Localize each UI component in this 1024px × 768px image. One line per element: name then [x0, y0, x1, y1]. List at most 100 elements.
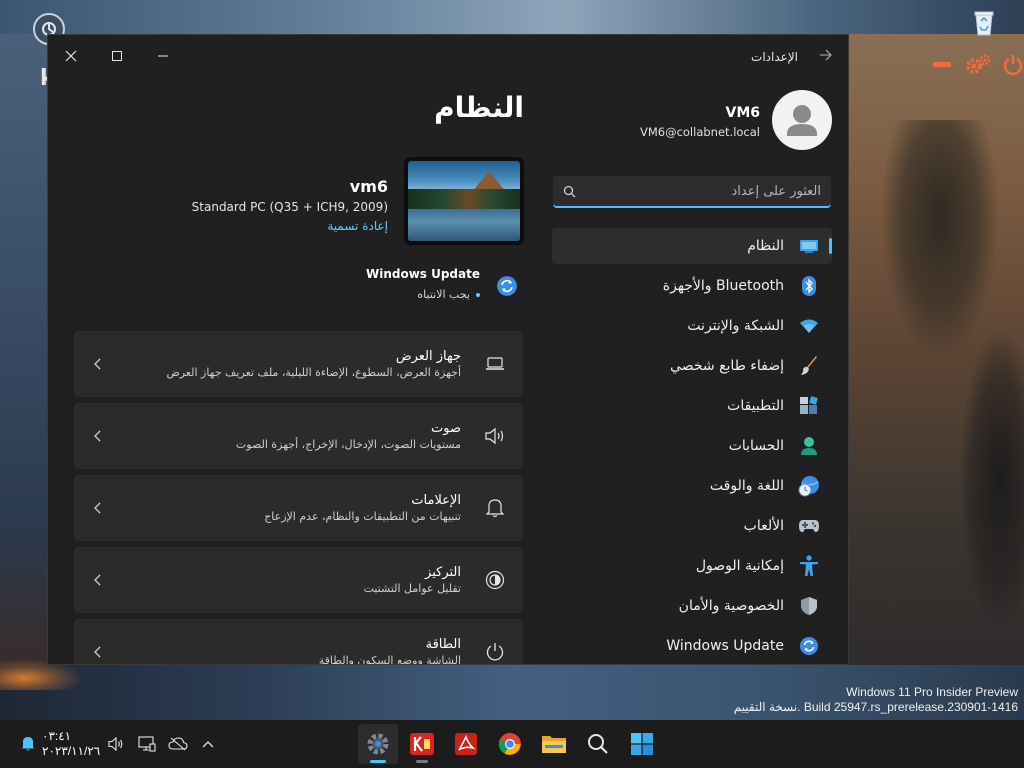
windows-logo-icon — [631, 733, 653, 755]
sidebar-item-bluetooth[interactable]: Bluetooth والأجهزة — [552, 268, 832, 304]
card-title: الإعلامات — [411, 493, 461, 508]
maximize-button[interactable] — [94, 41, 140, 71]
shield-icon — [798, 595, 820, 617]
start-button[interactable] — [622, 724, 662, 764]
user-icon — [787, 105, 817, 136]
sidebar-item-label: الحسابات — [728, 438, 784, 454]
sidebar-item-windows-update[interactable]: Windows Update — [552, 628, 832, 664]
bell-icon — [467, 475, 523, 541]
recycle-bin-icon[interactable] — [967, 7, 1001, 37]
sidebar-item-time-language[interactable]: اللغة والوقت — [552, 468, 832, 504]
minimize-button[interactable] — [140, 41, 186, 71]
folder-icon — [542, 736, 566, 753]
notification-area: ٠٣:٤١ ٢٠٢٣/١١/٢٦ — [14, 720, 100, 768]
sidebar-item-privacy[interactable]: الخصوصية والأمان — [552, 588, 832, 624]
windows-update-status: يجب الانتباه — [417, 288, 480, 301]
chrome-icon — [498, 733, 521, 755]
page-title: النظام — [434, 91, 524, 124]
watermark-build: نسخة التقييم. Build 25947.rs_prerelease.… — [733, 700, 1018, 714]
gamepad-icon — [798, 515, 820, 537]
chevron-left-icon — [74, 547, 122, 613]
window-title: الإعدادات — [751, 50, 798, 64]
sidebar-item-system[interactable]: النظام — [552, 228, 832, 264]
sidebar-item-network[interactable]: الشبكة والإنترنت — [552, 308, 832, 344]
chevron-up-icon[interactable] — [196, 732, 220, 756]
profile-email: VM6@collabnet.local — [639, 125, 760, 139]
wifi-icon — [798, 315, 820, 337]
chevron-left-icon — [74, 619, 122, 664]
power-gadget-icon[interactable] — [1002, 53, 1024, 77]
windows-update-status-text: يجب الانتباه — [417, 288, 470, 301]
chrome-app-button[interactable] — [490, 724, 530, 764]
display-icon — [798, 235, 820, 257]
search-app-button[interactable] — [578, 724, 618, 764]
device-wallpaper-thumbnail — [404, 157, 524, 245]
k-app-icon — [410, 733, 434, 755]
bluetooth-icon — [798, 275, 820, 297]
clock-date: ٢٠٢٣/١١/٢٦ — [42, 744, 101, 758]
card-power[interactable]: الطاقة الشاشة ووضع السكون والطاقة — [74, 619, 523, 664]
card-display[interactable]: جهاز العرض أجهزة العرض، السطوع، الإضاءة … — [74, 331, 523, 397]
globe-clock-icon — [798, 475, 820, 497]
device-name: vm6 — [349, 177, 388, 196]
running-indicator — [416, 760, 428, 763]
gears-icon[interactable] — [963, 53, 993, 77]
card-subtitle: مستويات الصوت، الإدخال، الإخراج، أجهزة ا… — [235, 438, 461, 451]
file-explorer-app-button[interactable] — [534, 724, 574, 764]
bell-icon[interactable] — [14, 720, 42, 768]
search-input[interactable] — [585, 176, 831, 206]
account-icon — [798, 435, 820, 457]
rename-link[interactable]: إعادة تسمية — [327, 219, 388, 233]
maximize-icon — [112, 51, 122, 61]
running-indicator — [370, 760, 386, 763]
sidebar-item-label: النظام — [747, 238, 784, 254]
sidebar-item-personalization[interactable]: إضفاء طابع شخصي — [552, 348, 832, 384]
accessibility-icon — [798, 555, 820, 577]
avatar[interactable] — [772, 90, 832, 150]
volume-icon[interactable] — [104, 732, 128, 756]
windows-update-title[interactable]: Windows Update — [366, 267, 480, 281]
settings-gear-icon — [367, 733, 389, 755]
update-icon — [798, 635, 820, 657]
sidebar-item-label: الشبكة والإنترنت — [687, 318, 784, 334]
card-subtitle: تنبيهات من التطبيقات والنظام، عدم الإزعا… — [264, 510, 461, 523]
search-box[interactable] — [553, 176, 831, 208]
chevron-left-icon — [74, 331, 122, 397]
k-app-button[interactable] — [402, 724, 442, 764]
network-wired-icon[interactable] — [135, 732, 159, 756]
cloud-offline-icon[interactable] — [166, 732, 190, 756]
settings-window: الإعدادات VM6 VM6@collabnet.local النظام… — [47, 34, 849, 665]
back-button[interactable] — [818, 49, 834, 65]
card-subtitle: تقليل عوامل التشتيت — [363, 582, 461, 595]
settings-app-button[interactable] — [358, 724, 398, 764]
minus-icon[interactable] — [932, 53, 952, 77]
pdf-app-button[interactable] — [446, 724, 486, 764]
sidebar-item-label: الخصوصية والأمان — [678, 598, 784, 614]
brush-icon — [798, 355, 820, 377]
windows-watermark: Windows 11 Pro Insider Preview نسخة التق… — [734, 685, 1018, 715]
sidebar-item-accounts[interactable]: الحسابات — [552, 428, 832, 464]
clock-time: ٠٣:٤١ — [42, 729, 72, 743]
taskbar: ٠٣:٤١ ٢٠٢٣/١١/٢٦ — [0, 720, 1024, 768]
profile-name: VM6 — [725, 105, 760, 121]
sidebar-nav: النظام Bluetooth والأجهزة الشبكة والإنتر… — [552, 228, 832, 664]
card-notifications[interactable]: الإعلامات تنبيهات من التطبيقات والنظام، … — [74, 475, 523, 541]
clock[interactable]: ٠٣:٤١ ٢٠٢٣/١١/٢٦ — [42, 729, 100, 759]
sidebar-item-label: اللغة والوقت — [709, 478, 784, 494]
device-model: Standard PC (Q35 + ICH9, 2009) — [191, 200, 388, 214]
card-sound[interactable]: صوت مستويات الصوت، الإدخال، الإخراج، أجه… — [74, 403, 523, 469]
windows-update-status-icon[interactable] — [496, 275, 518, 297]
sidebar-item-label: إمكانية الوصول — [695, 558, 784, 574]
sidebar-item-label: الألعاب — [743, 518, 784, 534]
sidebar-item-apps[interactable]: التطبيقات — [552, 388, 832, 424]
card-title: جهاز العرض — [395, 349, 461, 364]
sidebar-item-accessibility[interactable]: إمكانية الوصول — [552, 548, 832, 584]
close-button[interactable] — [48, 41, 94, 71]
card-focus[interactable]: التركيز تقليل عوامل التشتيت — [74, 547, 523, 613]
search-icon — [553, 176, 585, 206]
card-title: صوت — [431, 421, 461, 436]
watermark-edition: Windows 11 Pro Insider Preview — [846, 685, 1018, 699]
arrow-right-icon — [820, 49, 832, 61]
status-dot — [476, 292, 480, 297]
sidebar-item-gaming[interactable]: الألعاب — [552, 508, 832, 544]
